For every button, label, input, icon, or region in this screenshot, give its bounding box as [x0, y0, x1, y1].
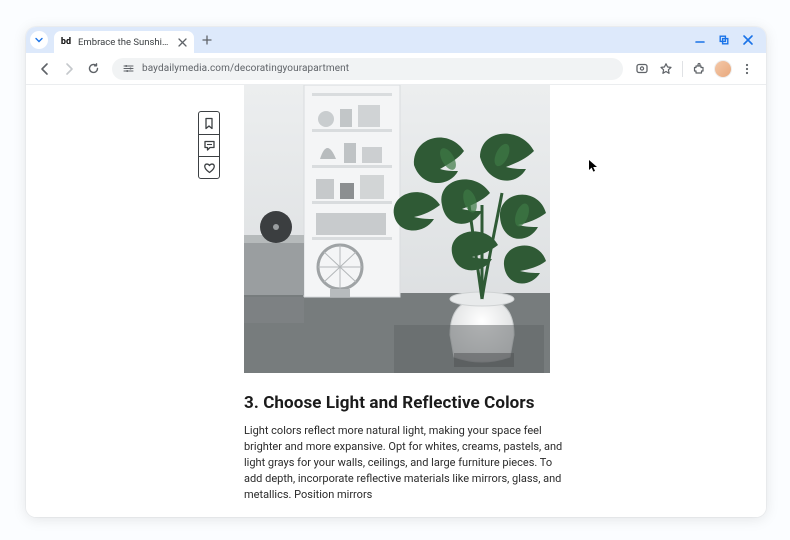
- cursor-icon: [588, 159, 598, 173]
- comment-icon[interactable]: [199, 134, 219, 156]
- address-bar[interactable]: baydailymedia.com/decoratingyourapartmen…: [112, 58, 623, 80]
- extensions-button[interactable]: [688, 58, 710, 80]
- tab-active[interactable]: bd Embrace the Sunshine: Dec…: [54, 31, 194, 53]
- lens-button[interactable]: [631, 58, 653, 80]
- back-button[interactable]: [34, 58, 56, 80]
- titlebar: bd Embrace the Sunshine: Dec…: [26, 27, 766, 53]
- profile-chevron-button[interactable]: [30, 31, 48, 49]
- profile-avatar[interactable]: [712, 58, 734, 80]
- reload-button[interactable]: [82, 58, 104, 80]
- toolbar-divider: [682, 61, 683, 77]
- hero-image: [244, 85, 550, 373]
- heart-icon[interactable]: [199, 156, 219, 178]
- url-text: baydailymedia.com/decoratingyourapartmen…: [142, 63, 349, 74]
- section-body: Light colors reflect more natural light,…: [244, 423, 566, 503]
- bookmark-star-button[interactable]: [655, 58, 677, 80]
- forward-button[interactable]: [58, 58, 80, 80]
- tab-close-icon[interactable]: [176, 36, 188, 48]
- site-settings-icon[interactable]: [122, 63, 134, 75]
- article: 3. Choose Light and Reflective Colors Li…: [244, 85, 566, 503]
- tab-title: Embrace the Sunshine: Dec…: [78, 37, 170, 48]
- browser-window: bd Embrace the Sunshine: Dec…: [26, 27, 766, 517]
- window-maximize-button[interactable]: [712, 31, 736, 49]
- new-tab-button[interactable]: [198, 31, 216, 49]
- page-content: 3. Choose Light and Reflective Colors Li…: [26, 85, 766, 517]
- menu-button[interactable]: [736, 58, 758, 80]
- bookmark-icon[interactable]: [199, 112, 219, 134]
- avatar: [714, 60, 732, 78]
- toolbar: baydailymedia.com/decoratingyourapartmen…: [26, 53, 766, 85]
- window-close-button[interactable]: [736, 31, 760, 49]
- section-heading: 3. Choose Light and Reflective Colors: [244, 393, 566, 413]
- window-minimize-button[interactable]: [688, 31, 712, 49]
- favicon: bd: [60, 36, 72, 48]
- article-action-rail: [198, 111, 220, 179]
